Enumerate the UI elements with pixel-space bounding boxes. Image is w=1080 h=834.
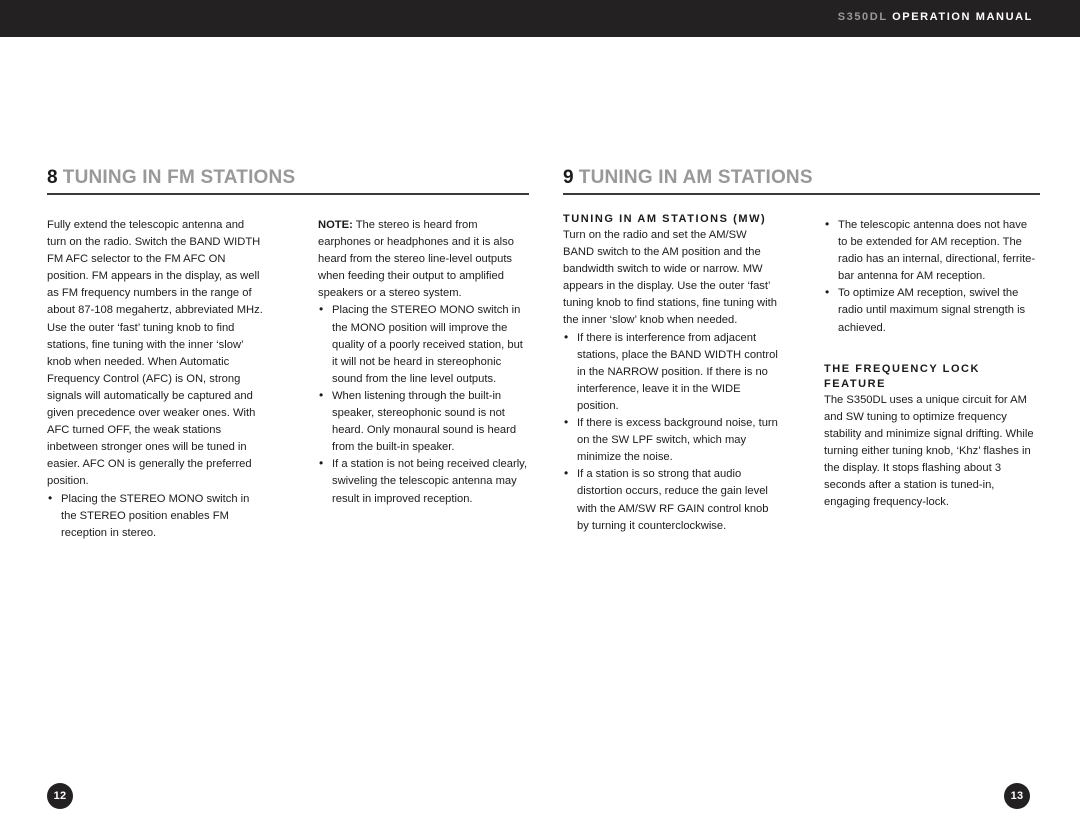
left-section-title: TUNING IN FM STATIONS bbox=[62, 167, 296, 188]
am-bullet-interference: If there is interference from adjacent s… bbox=[563, 329, 779, 415]
am-bullet-telescopic-antenna: The telescopic antenna does not have to … bbox=[824, 216, 1039, 285]
frequency-lock-subheading-line1: THE FREQUENCY LOCK bbox=[824, 362, 981, 375]
note-label: NOTE: bbox=[318, 219, 353, 231]
right-section-number: 9 bbox=[563, 167, 574, 188]
right-heading-rule bbox=[563, 193, 1040, 195]
am-bullet-swivel-radio: To optimize AM reception, swivel the rad… bbox=[824, 284, 1039, 336]
right-section-heading: 9 TUNING IN AM STATIONS bbox=[563, 167, 813, 189]
am-intro-paragraph: Turn on the radio and set the AM/SW BAND… bbox=[563, 229, 777, 327]
am-bullet-rf-gain: If a station is so strong that audio dis… bbox=[563, 465, 779, 534]
left-column-2: NOTE: The stereo is heard from earphones… bbox=[318, 217, 530, 508]
manual-page-spread: S350DL OPERATION MANUAL 8 TUNING IN FM ST… bbox=[0, 0, 1080, 834]
fm-bullet-mono-switch: Placing the STEREO MONO switch in the MO… bbox=[318, 301, 530, 387]
am-subheading: TUNING IN AM STATIONS (MW) bbox=[563, 213, 767, 225]
am-bullet-background-noise: If there is excess background noise, tur… bbox=[563, 414, 779, 466]
fm-bullet-builtin-speaker: When listening through the built-in spea… bbox=[318, 387, 530, 456]
frequency-lock-subheading-line2: FEATURE bbox=[824, 377, 886, 390]
header-manual-label: OPERATION MANUAL bbox=[892, 11, 1033, 23]
fm-note-paragraph: NOTE: The stereo is heard from earphones… bbox=[318, 217, 530, 302]
right-page: 9 TUNING IN AM STATIONS TUNING IN AM STAT… bbox=[540, 37, 1080, 834]
page-spread: 8 TUNING IN FM STATIONS Fully extend the … bbox=[0, 37, 1080, 834]
note-text: The stereo is heard from earphones or he… bbox=[318, 219, 514, 300]
left-section-number: 8 bbox=[47, 167, 58, 188]
right-section-title: TUNING IN AM STATIONS bbox=[578, 167, 813, 188]
fm-intro-paragraph: Fully extend the telescopic antenna and … bbox=[47, 219, 263, 488]
right-column-1: TUNING IN AM STATIONS (MW) Turn on the r… bbox=[563, 212, 779, 535]
right-column-2: The telescopic antenna does not have to … bbox=[824, 216, 1039, 511]
frequency-lock-body: The S350DL uses a unique circuit for AM … bbox=[824, 393, 1034, 509]
left-column-1: Fully extend the telescopic antenna and … bbox=[47, 217, 263, 542]
header-bar: S350DL OPERATION MANUAL bbox=[0, 0, 1080, 37]
header-model: S350DL bbox=[837, 11, 888, 23]
left-page: 8 TUNING IN FM STATIONS Fully extend the … bbox=[0, 37, 540, 834]
left-heading-rule bbox=[47, 193, 529, 195]
fm-bullet-swivel-antenna: If a station is not being received clear… bbox=[318, 455, 530, 507]
right-page-number: 13 bbox=[1004, 783, 1030, 809]
left-page-number: 12 bbox=[47, 783, 73, 809]
left-section-heading: 8 TUNING IN FM STATIONS bbox=[47, 167, 295, 189]
fm-bullet-stereo-switch: Placing the STEREO MONO switch in the ST… bbox=[47, 489, 263, 542]
header-title: S350DL OPERATION MANUAL bbox=[838, 11, 1033, 23]
